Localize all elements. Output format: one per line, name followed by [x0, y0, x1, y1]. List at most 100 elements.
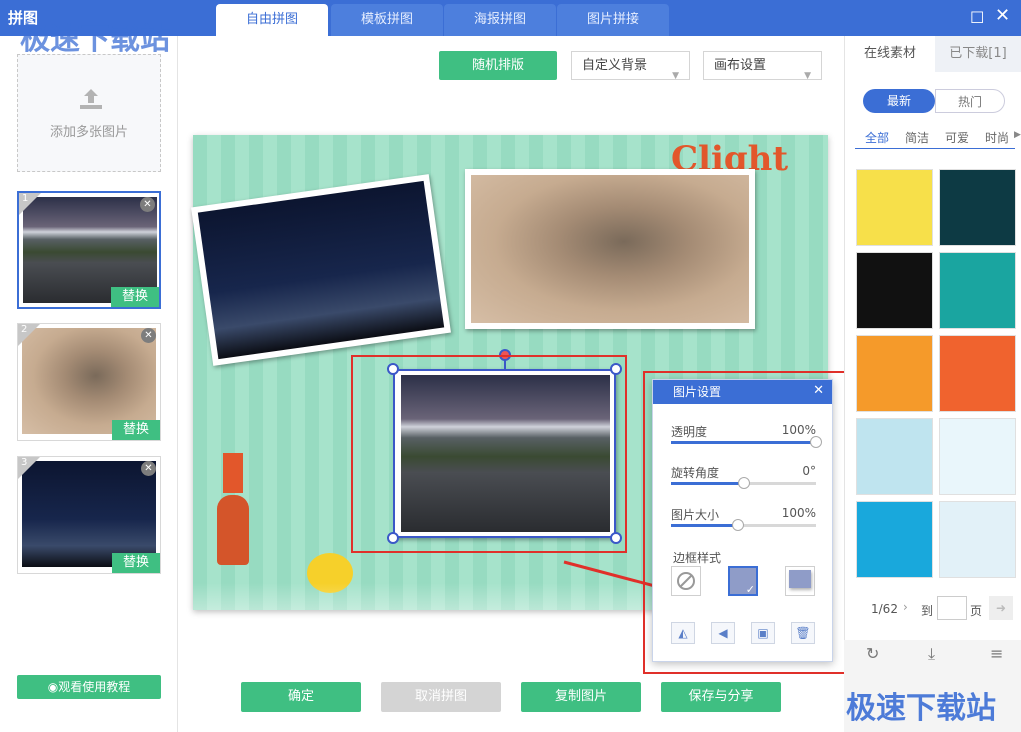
template-thumb[interactable] [856, 501, 933, 578]
page-unit-label: 页 [970, 604, 983, 618]
size-slider-row: 图片大小 100% [671, 506, 816, 531]
tutorial-button[interactable]: ◉观看使用教程 [17, 675, 161, 699]
template-thumb[interactable] [856, 252, 933, 329]
next-page-icon[interactable]: › [903, 600, 908, 614]
opacity-slider-row: 透明度 100% [671, 423, 822, 448]
annotation-box [351, 355, 627, 553]
add-images-label: 添加多张图片 [49, 125, 128, 140]
rotate-label: 旋转角度 [671, 466, 720, 480]
shadow-swatch [789, 570, 811, 588]
tab-downloaded[interactable]: 已下载[1] [935, 36, 1021, 72]
size-label: 图片大小 [671, 508, 720, 522]
template-thumb[interactable] [856, 169, 933, 246]
collage-photo-night[interactable] [191, 174, 451, 366]
template-thumb[interactable] [939, 252, 1016, 329]
confirm-button[interactable]: 确定 [241, 682, 361, 712]
tab-template-collage[interactable]: 模板拼图 [331, 4, 443, 36]
add-images-button[interactable]: 添加多张图片 [17, 54, 161, 172]
page-indicator: 1/62 [871, 602, 898, 616]
size-fill [671, 524, 738, 527]
no-border-icon [677, 572, 695, 590]
replace-button[interactable]: 替换 [112, 553, 160, 573]
chevron-right-icon[interactable]: ▶ [1014, 130, 1021, 140]
category-fashion[interactable]: 时尚 [985, 129, 1009, 146]
collage-photo-dust[interactable] [465, 169, 755, 329]
tab-image-stitch[interactable]: 图片拼接 [557, 4, 669, 36]
download-icon[interactable]: ⤓ [928, 644, 935, 664]
no-border-option[interactable] [671, 566, 701, 596]
chevron-down-icon: ▼ [672, 71, 679, 81]
border-style-label: 边框样式 [673, 551, 722, 565]
close-icon[interactable]: ✕ [813, 383, 824, 398]
template-thumb[interactable] [939, 335, 1016, 412]
tab-online-materials[interactable]: 在线素材 [845, 36, 935, 72]
replace-button[interactable]: 替换 [111, 287, 159, 307]
cancel-collage-button[interactable]: 取消拼图 [381, 682, 501, 712]
rotate-slider-row: 旋转角度 0° [671, 464, 816, 489]
go-page-icon[interactable]: ➜ [989, 596, 1013, 620]
category-cute[interactable]: 可爱 [945, 129, 969, 146]
thumb-index: 1 [22, 193, 29, 204]
thumb-index: 2 [21, 324, 28, 335]
category-all[interactable]: 全部 [865, 129, 889, 146]
flip-vertical-icon[interactable]: ◀ [711, 622, 735, 644]
checkmark-icon: ✓ [745, 583, 755, 596]
rotate-track[interactable] [671, 477, 816, 489]
image-thumb-3[interactable]: 3 ✕ 替换 [17, 456, 161, 574]
copy-image-button[interactable]: 复制图片 [521, 682, 641, 712]
refresh-icon[interactable]: ↻ [866, 644, 879, 663]
category-underline [855, 148, 1015, 149]
template-thumb[interactable] [939, 418, 1016, 495]
template-thumb[interactable] [856, 418, 933, 495]
opacity-track[interactable] [671, 436, 822, 448]
image-thumb-2[interactable]: 2 ✕ 替换 [17, 323, 161, 441]
remove-icon[interactable]: ✕ [140, 197, 155, 212]
dust-image [471, 175, 749, 323]
remove-icon[interactable]: ✕ [141, 328, 156, 343]
cartoon-hat [223, 453, 243, 493]
cartoon-figure [217, 495, 249, 565]
stack-icon[interactable]: ≡ [990, 644, 1003, 663]
goto-label: 到 [921, 604, 934, 618]
rotate-slider[interactable] [737, 477, 750, 489]
canvas-dropdown-label: 画布设置 [714, 58, 767, 73]
template-thumb[interactable] [939, 501, 1016, 578]
filter-popular[interactable]: 热门 [935, 89, 1005, 113]
watermark-top: 极速下载站 [20, 22, 170, 57]
size-track[interactable] [671, 519, 816, 531]
thumb-index: 3 [21, 457, 28, 468]
filter-latest[interactable]: 最新 [863, 89, 935, 113]
canvas-settings-dropdown[interactable]: 画布设置 ▼ [703, 51, 822, 81]
page-input[interactable] [937, 596, 967, 620]
image-thumb-1[interactable]: 1 ✕ 替换 [17, 191, 161, 309]
opacity-fill [671, 441, 816, 444]
template-thumb[interactable] [939, 169, 1016, 246]
delete-icon[interactable]: 🗑 [791, 622, 815, 644]
template-thumb[interactable] [856, 335, 933, 412]
background-dropdown[interactable]: 自定义背景 ▼ [571, 51, 690, 81]
random-layout-button[interactable]: 随机排版 [439, 51, 557, 80]
remove-icon[interactable]: ✕ [141, 461, 156, 476]
border-option-shadow[interactable] [785, 566, 815, 596]
flip-horizontal-icon[interactable]: ◭ [671, 622, 695, 644]
opacity-slider[interactable] [810, 436, 822, 448]
replace-button[interactable]: 替换 [112, 420, 160, 440]
opacity-label: 透明度 [671, 425, 708, 439]
size-slider[interactable] [731, 519, 744, 531]
night-image [197, 180, 445, 360]
background-dropdown-label: 自定义背景 [582, 58, 648, 73]
save-share-button[interactable]: 保存与分享 [661, 682, 781, 712]
size-value: 100% [781, 506, 816, 520]
category-simple[interactable]: 简洁 [905, 129, 929, 146]
replace-image-icon[interactable]: ▣ [751, 622, 775, 644]
border-option-frame[interactable]: ✓ [728, 566, 758, 596]
tab-poster-collage[interactable]: 海报拼图 [444, 4, 556, 36]
close-icon[interactable]: ✕ [995, 5, 1010, 26]
chevron-down-icon: ▼ [804, 71, 811, 81]
rotate-fill [671, 482, 744, 485]
thumb-night-image [22, 461, 156, 567]
rotate-value: 0° [802, 464, 816, 478]
maximize-icon[interactable]: ☐ [970, 8, 984, 27]
upload-icon [80, 89, 102, 109]
tab-free-collage[interactable]: 自由拼图 [216, 4, 328, 36]
